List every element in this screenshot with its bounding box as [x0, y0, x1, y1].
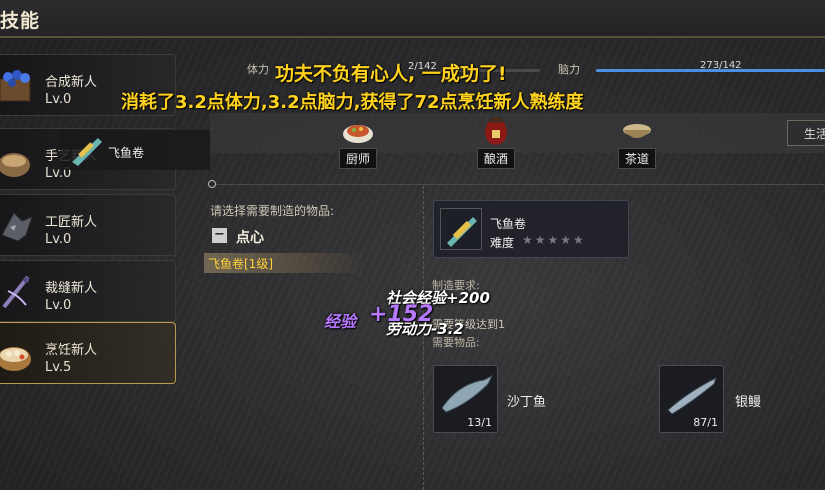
steamer-basket-icon — [0, 333, 36, 375]
mind-label: 脑力 — [558, 63, 580, 76]
difficulty-stars: ★★★★★ — [522, 233, 586, 247]
tea-bowl-icon — [620, 116, 654, 146]
skill-item-tailor[interactable]: 裁缝新人 Lv.0 — [0, 260, 176, 322]
item-detail-card: 飞鱼卷 难度 ★★★★★ — [433, 200, 629, 258]
silver-eel-icon — [664, 374, 720, 418]
skill-level: Lv.0 — [45, 92, 72, 107]
berry-crate-icon — [0, 65, 36, 107]
choose-item-label: 请选择需要制造的物品: — [210, 204, 335, 218]
stamina-label: 体力 — [247, 63, 269, 76]
skill-name: 工匠新人 — [45, 215, 98, 230]
exp-label: 经验 — [324, 312, 357, 331]
dish-icon — [341, 116, 375, 146]
skill-item-artisan[interactable]: 工匠新人 Lv.0 — [0, 194, 176, 256]
window-title: 技能 — [0, 10, 41, 32]
floating-item-tooltip: 飞鱼卷 — [60, 130, 210, 170]
tooltip-item-name: 飞鱼卷 — [108, 146, 145, 160]
material-name: 沙丁鱼 — [507, 395, 547, 410]
recipe-name: 飞鱼卷[1级] — [208, 257, 273, 271]
skill-name: 裁缝新人 — [45, 281, 98, 296]
recipe-group-label[interactable]: 点心 — [236, 227, 264, 247]
tab-tea[interactable]: 茶道 — [607, 116, 667, 169]
beast-head-icon — [0, 205, 36, 247]
skill-level: Lv.0 — [45, 298, 72, 313]
material-slot-silver-eel[interactable]: 87/1 — [659, 365, 724, 433]
exp-gain: +152 — [369, 302, 434, 327]
wine-jar-icon — [479, 116, 513, 146]
recipe-row-selected[interactable]: 飞鱼卷[1级] — [204, 253, 364, 273]
tab-label: 厨师 — [338, 148, 377, 169]
skill-item-cooking[interactable]: 烹饪新人 Lv.5 — [0, 322, 176, 384]
material-count: 13/1 — [467, 416, 492, 429]
skill-level: Lv.0 — [45, 232, 72, 247]
fish-roll-icon — [440, 208, 482, 250]
collapse-toggle[interactable]: − — [212, 228, 227, 243]
material-count: 87/1 — [693, 416, 718, 429]
sardine-icon — [438, 374, 494, 418]
material-slot-sardine[interactable]: 13/1 — [433, 365, 498, 433]
mind-value: 273/142 — [700, 60, 742, 71]
skill-level: Lv.5 — [45, 360, 72, 375]
divider-knob — [208, 180, 216, 188]
window-title-bar: 技能 — [0, 0, 825, 38]
tab-label: 茶道 — [617, 148, 656, 169]
material-name: 银鳗 — [735, 395, 762, 410]
tab-brewing[interactable]: 酿酒 — [466, 116, 526, 169]
item-name: 飞鱼卷 — [490, 217, 527, 231]
skill-name: 合成新人 — [45, 75, 98, 90]
tab-life[interactable]: 生活 — [787, 120, 825, 146]
tab-life-label: 生活 — [804, 127, 825, 141]
skill-name: 烹饪新人 — [45, 343, 98, 358]
success-message: 功夫不负有心人, 一成功了! — [275, 63, 507, 85]
basket-icon — [0, 139, 36, 181]
needle-icon — [0, 271, 36, 313]
difficulty-label: 难度 — [490, 236, 515, 250]
fish-roll-icon — [68, 132, 104, 172]
tab-chef[interactable]: 厨师 — [328, 116, 388, 169]
divider — [211, 184, 825, 185]
tab-label: 酿酒 — [476, 148, 515, 169]
consumption-message: 消耗了3.2点体力,3.2点脑力,获得了72点烹饪新人熟练度 — [121, 92, 584, 113]
